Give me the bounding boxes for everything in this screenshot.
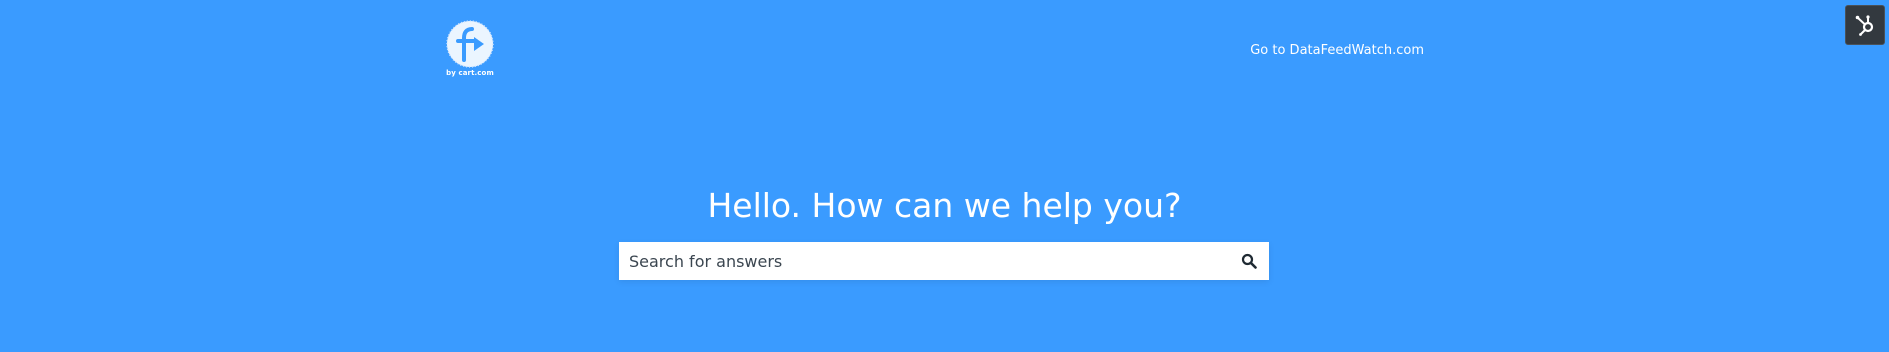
brand-tagline: by cart.com: [446, 69, 494, 77]
page-title: Hello. How can we help you?: [707, 186, 1182, 225]
hubspot-icon: [1855, 15, 1874, 36]
hubspot-chat-button[interactable]: [1845, 5, 1885, 45]
search-button[interactable]: [1239, 251, 1259, 271]
search-input[interactable]: [619, 242, 1219, 280]
search-icon: [1241, 253, 1257, 269]
search-bar: [619, 242, 1269, 280]
go-to-datafeedwatch-link[interactable]: Go to DataFeedWatch.com: [1250, 43, 1424, 58]
brand-logo[interactable]: by cart.com: [444, 20, 496, 80]
logo-mark-icon: [446, 20, 494, 68]
